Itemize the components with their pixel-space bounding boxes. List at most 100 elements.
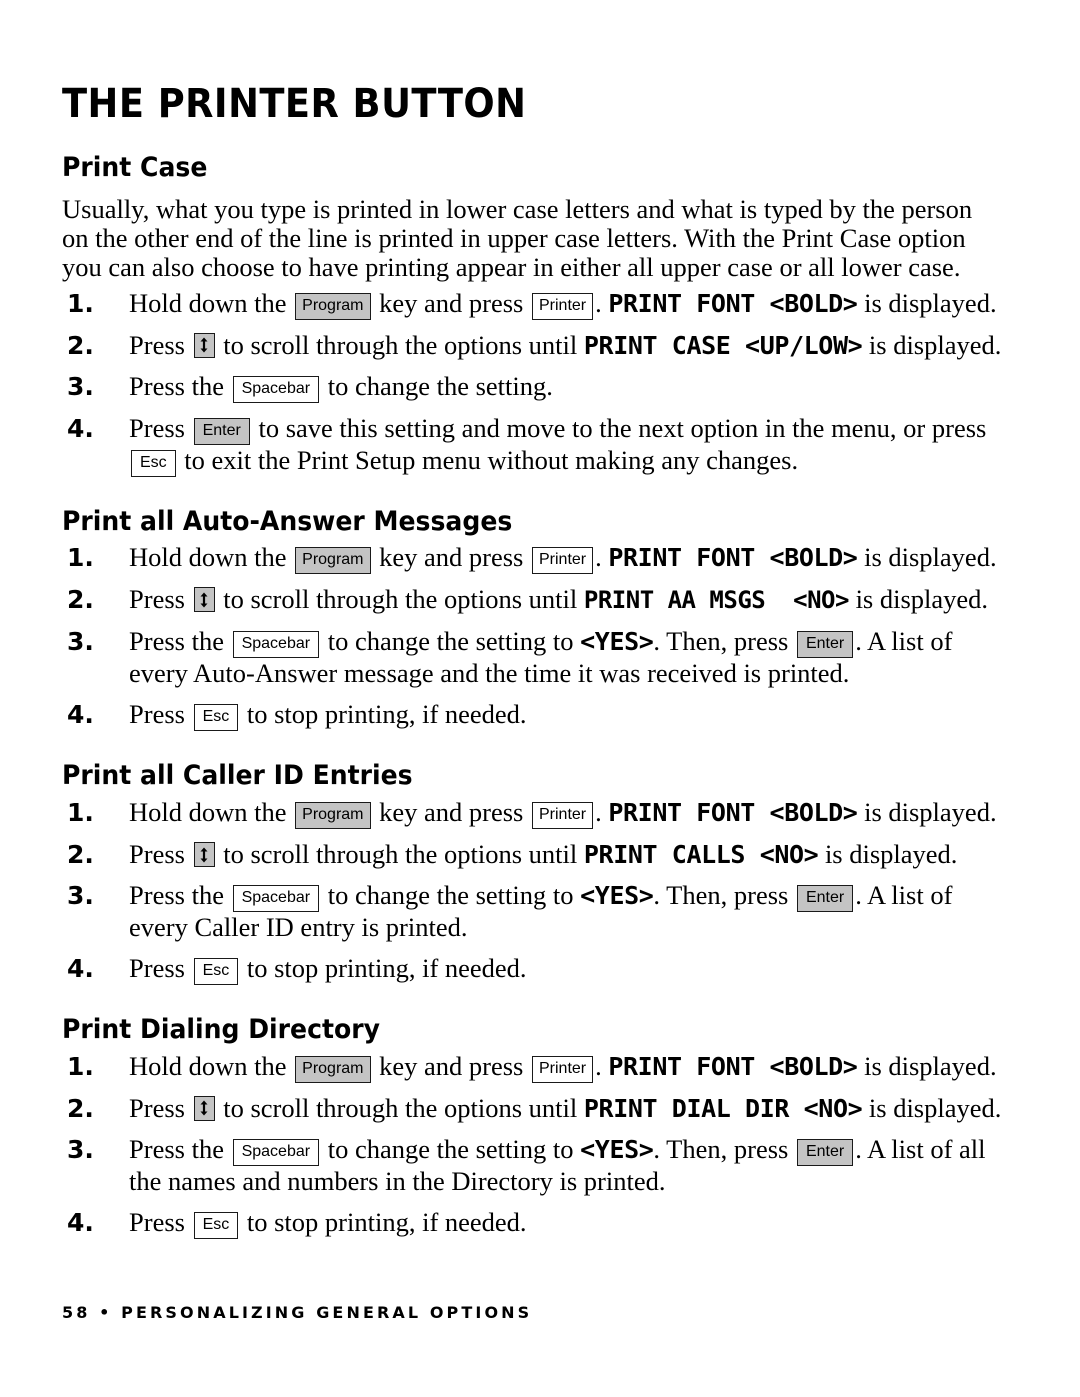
step-fragment: . Then, press xyxy=(653,1133,789,1164)
lcd-display-text: PRINT FONT <BOLD> xyxy=(608,798,858,828)
key-spacebar[interactable]: Spacebar xyxy=(232,375,320,403)
scroll-updown-icon[interactable] xyxy=(193,1095,215,1121)
key-spacebar[interactable]: Spacebar xyxy=(232,885,320,913)
key-printer[interactable]: Printer xyxy=(532,802,594,830)
step-fragment: Press xyxy=(129,584,185,615)
step-fragment: to stop printing, if needed. xyxy=(246,953,527,984)
step-list-print-caller-id: 1. Hold down the Program key and press P… xyxy=(62,797,1010,986)
step-text: Hold down the Program key and press Prin… xyxy=(129,797,1010,830)
list-item: 4. Press Esc to stop printing, if needed… xyxy=(62,953,1010,986)
step-number: 1. xyxy=(67,288,94,318)
lcd-display-text: PRINT CALLS <NO> xyxy=(583,840,819,870)
step-fragment: to change the setting to xyxy=(327,880,574,911)
lcd-display-text: PRINT FONT <BOLD> xyxy=(608,543,858,573)
page-footer: 58 • PERSONALIZING GENERAL OPTIONS xyxy=(62,1303,533,1322)
step-number: 3. xyxy=(67,371,94,401)
step-fragment: key and press xyxy=(379,797,524,828)
key-esc[interactable]: Esc xyxy=(131,449,176,477)
step-text: Hold down the Program key and press Prin… xyxy=(129,1051,1010,1083)
step-fragment: Press the xyxy=(129,626,224,657)
step-number: 2. xyxy=(67,585,94,615)
list-item: 2. Press to scroll through the options u… xyxy=(62,584,1010,616)
section-heading-print-aa-messages: Print all Auto-Answer Messages xyxy=(62,505,513,537)
step-fragment: is displayed. xyxy=(864,287,997,318)
key-esc[interactable]: Esc xyxy=(193,958,239,986)
step-text: Press Enter to save this setting and mov… xyxy=(129,413,1010,477)
step-fragment: to save this setting and move to the nex… xyxy=(258,412,987,443)
step-text: Press the Spacebar to change the setting… xyxy=(129,880,1010,943)
key-printer[interactable]: Printer xyxy=(532,547,594,575)
key-printer[interactable]: Printer xyxy=(532,292,594,320)
step-number: 3. xyxy=(67,881,94,911)
key-program[interactable]: Program xyxy=(295,547,371,575)
step-fragment: to scroll through the options until xyxy=(223,839,578,870)
step-number: 1. xyxy=(67,798,94,828)
lcd-display-text: <YES> xyxy=(580,881,654,911)
section-heading-print-dialing-directory: Print Dialing Directory xyxy=(62,1014,380,1046)
list-item: 4. Press Esc to stop printing, if needed… xyxy=(62,1207,1010,1239)
step-fragment: Press xyxy=(129,953,185,984)
step-fragment: is displayed. xyxy=(824,839,958,870)
step-fragment: Press xyxy=(129,699,185,730)
list-item: 3. Press the Spacebar to change the sett… xyxy=(62,1134,1010,1197)
scroll-updown-icon[interactable] xyxy=(193,842,215,868)
step-text: Press to scroll through the options unti… xyxy=(129,584,1010,616)
step-number: 4. xyxy=(67,700,94,730)
step-text: Hold down the Program key and press Prin… xyxy=(129,288,1010,320)
list-item: 1. Hold down the Program key and press P… xyxy=(62,542,1010,575)
key-enter[interactable]: Enter xyxy=(796,885,854,913)
step-fragment: Press xyxy=(129,1092,185,1123)
list-item: 2. Press to scroll through the options u… xyxy=(62,1093,1010,1124)
step-fragment: Press the xyxy=(129,370,224,401)
section-heading-print-caller-id: Print all Caller ID Entries xyxy=(62,760,413,792)
step-fragment: to stop printing, if needed. xyxy=(246,1206,527,1237)
step-fragment: to scroll through the options until xyxy=(223,329,578,360)
manual-page: THE PRINTER BUTTON Print Case Usually, w… xyxy=(62,0,1010,1397)
step-fragment: Press xyxy=(129,329,185,360)
key-printer[interactable]: Printer xyxy=(532,1055,594,1083)
step-fragment: Press xyxy=(129,839,185,870)
step-fragment: . xyxy=(595,287,602,318)
list-item: 4. Press Enter to save this setting and … xyxy=(62,413,1010,477)
step-list-print-aa-messages: 1. Hold down the Program key and press P… xyxy=(62,542,1010,732)
key-spacebar[interactable]: Spacebar xyxy=(232,631,320,659)
step-fragment: . Then, press xyxy=(653,626,789,657)
lcd-display-text: PRINT AA MSGS <NO> xyxy=(583,586,850,615)
step-list-print-case: 1. Hold down the Program key and press P… xyxy=(62,288,1010,477)
step-number: 2. xyxy=(67,840,94,870)
step-fragment: Hold down the xyxy=(129,1050,287,1081)
step-number: 2. xyxy=(67,1093,94,1123)
step-fragment: Press xyxy=(129,1206,185,1237)
step-fragment: Press xyxy=(129,412,185,443)
step-fragment: to change the setting to xyxy=(327,1133,574,1164)
scroll-updown-icon[interactable] xyxy=(193,332,215,358)
step-fragment: Hold down the xyxy=(129,542,287,573)
key-program[interactable]: Program xyxy=(295,1055,371,1083)
key-enter[interactable]: Enter xyxy=(796,631,854,659)
step-text: Press to scroll through the options unti… xyxy=(129,330,1010,361)
step-text: Press to scroll through the options unti… xyxy=(129,1093,1010,1124)
step-fragment: is displayed. xyxy=(864,797,997,828)
key-enter[interactable]: Enter xyxy=(796,1138,854,1166)
step-list-print-dialing-directory: 1. Hold down the Program key and press P… xyxy=(62,1051,1010,1239)
key-esc[interactable]: Esc xyxy=(193,1211,239,1239)
list-item: 3. Press the Spacebar to change the sett… xyxy=(62,880,1010,943)
step-number: 1. xyxy=(67,1051,94,1081)
step-fragment: is displayed. xyxy=(864,1050,997,1081)
key-esc[interactable]: Esc xyxy=(193,704,239,732)
key-program[interactable]: Program xyxy=(295,802,371,830)
key-enter[interactable]: Enter xyxy=(193,417,250,445)
step-number: 2. xyxy=(67,330,94,360)
scroll-updown-icon[interactable] xyxy=(193,587,215,613)
step-fragment: is displayed. xyxy=(868,329,1002,360)
key-spacebar[interactable]: Spacebar xyxy=(232,1138,320,1166)
step-number: 4. xyxy=(67,413,94,443)
key-program[interactable]: Program xyxy=(295,292,371,320)
step-fragment: is displayed. xyxy=(855,584,989,615)
step-text: Press the Spacebar to change the setting… xyxy=(129,371,1010,403)
step-text: Press to scroll through the options unti… xyxy=(129,839,1010,870)
section-intro-paragraph: Usually, what you type is printed in low… xyxy=(62,193,973,282)
list-item: 1. Hold down the Program key and press P… xyxy=(62,797,1010,830)
list-item: 3. Press the Spacebar to change the sett… xyxy=(62,626,1010,689)
step-fragment: . xyxy=(595,542,602,573)
